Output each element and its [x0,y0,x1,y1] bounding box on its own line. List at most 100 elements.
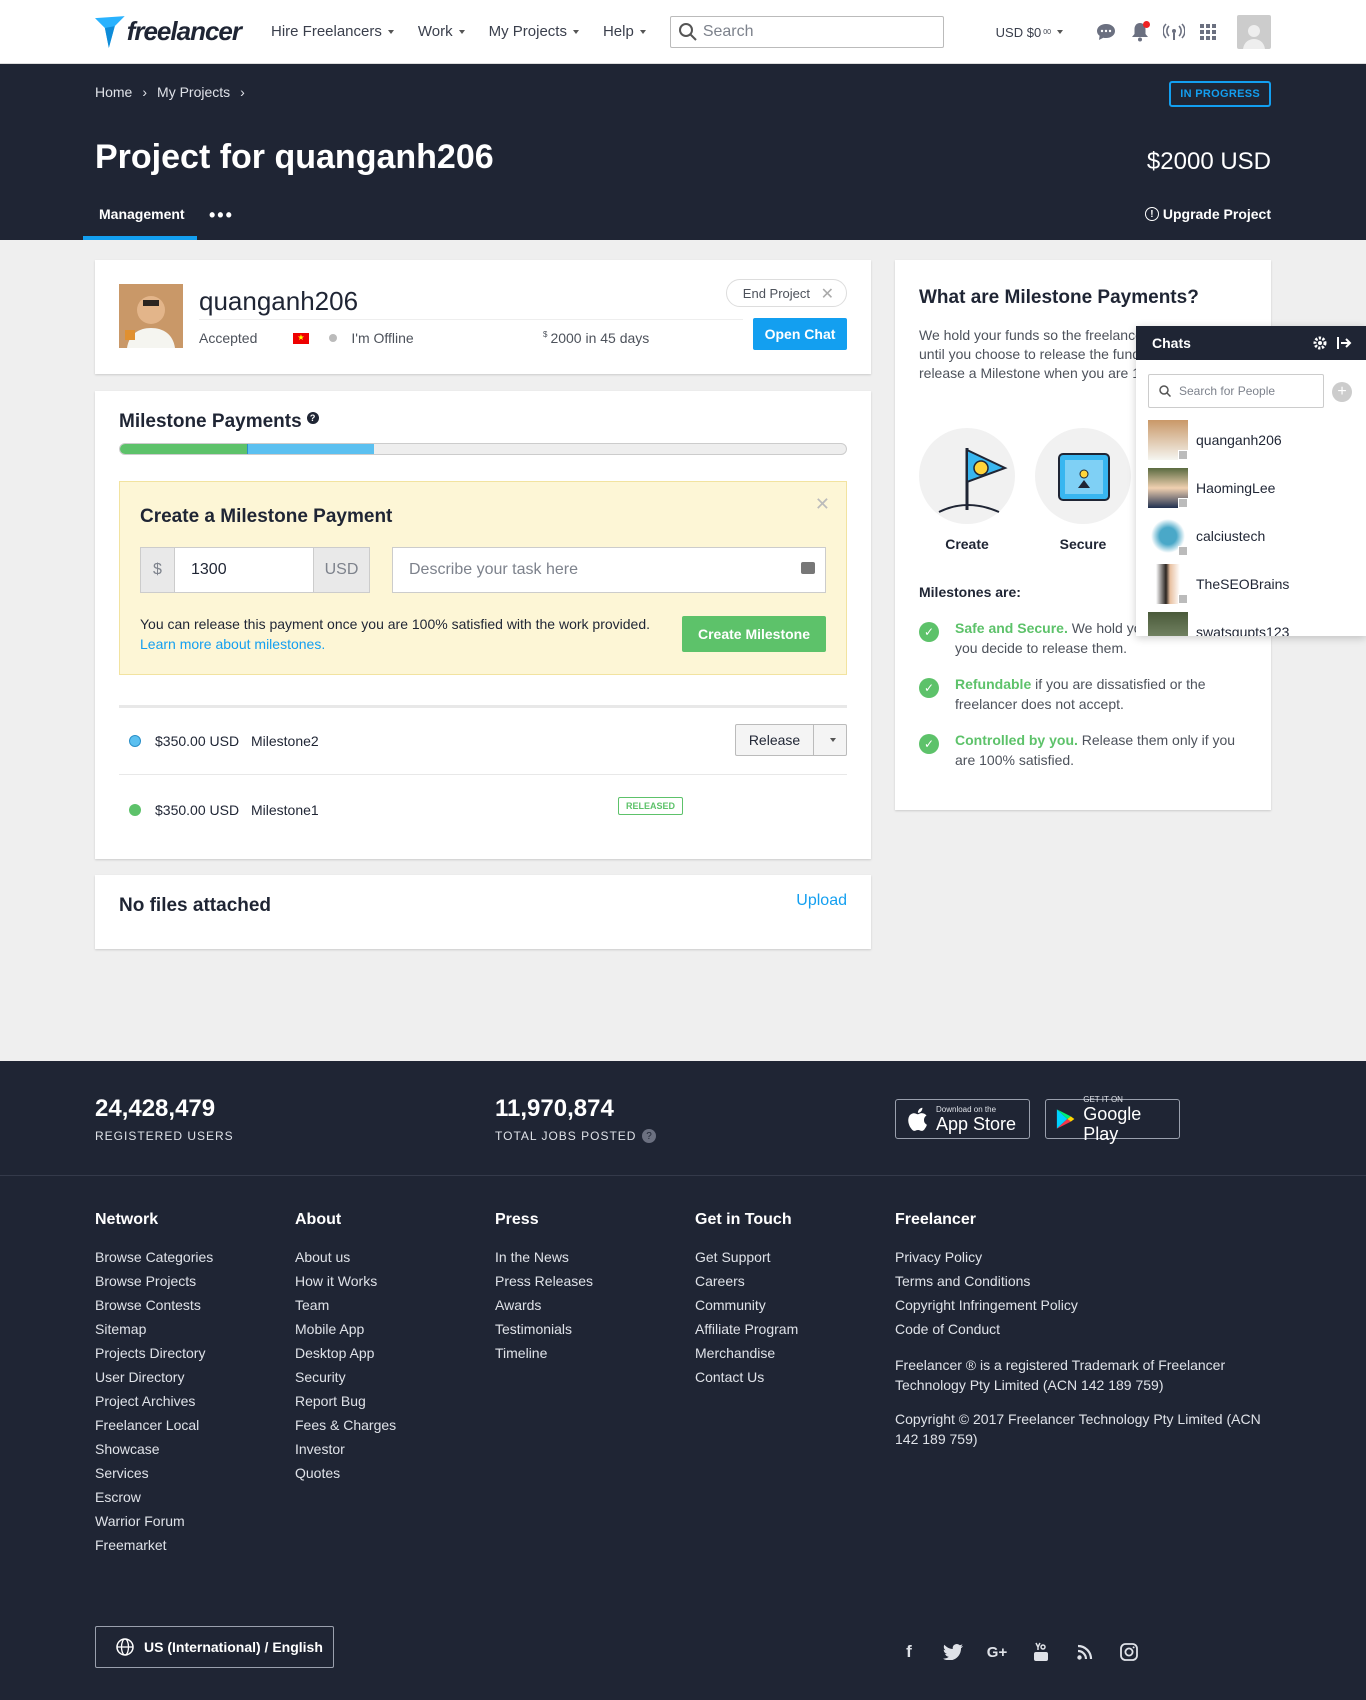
footer-link[interactable]: Fees & Charges [295,1413,396,1437]
collapse-icon[interactable] [1336,335,1352,351]
footer-link[interactable]: Quotes [295,1461,396,1485]
footer-link[interactable]: Escrow [95,1485,213,1509]
footer-link[interactable]: In the News [495,1245,593,1269]
release-button[interactable]: Release [735,724,847,756]
menu-help[interactable]: Help [603,23,646,40]
footer-link[interactable]: Browse Contests [95,1293,213,1317]
footer-link[interactable]: Warrior Forum [95,1509,213,1533]
footer-link[interactable]: Get Support [695,1245,798,1269]
rss-icon[interactable] [1074,1641,1096,1663]
chat-icon[interactable] [1095,21,1117,43]
footer-link[interactable]: Sitemap [95,1317,213,1341]
footer-column-network: Network Browse Categories Browse Projects B… [95,1211,213,1557]
footer-column-freelancer: Freelancer Privacy Policy Terms and Condi… [895,1211,1267,1449]
app-store-badge[interactable]: Download on the App Store [895,1099,1030,1139]
chat-search-input[interactable]: Search for People [1148,374,1324,408]
balance-cents: 00 [1043,28,1051,36]
add-contact-icon[interactable]: + [1332,382,1352,402]
footer-link[interactable]: Investor [295,1437,396,1461]
footer-link[interactable]: Projects Directory [95,1341,213,1365]
create-milestone-button[interactable]: Create Milestone [682,616,826,652]
footer-link[interactable]: Community [695,1293,798,1317]
facebook-icon[interactable]: f [898,1641,920,1663]
footer-link[interactable]: Privacy Policy [895,1245,1267,1269]
google-plus-icon[interactable]: G+ [986,1641,1008,1663]
footer-link[interactable]: How it Works [295,1269,396,1293]
tab-management[interactable]: Management [83,206,197,240]
end-project-button[interactable]: End Project ✕ [725,279,847,307]
help-icon[interactable]: ? [642,1129,657,1143]
amount-value[interactable]: 1300 [175,548,313,592]
footer-link[interactable]: Report Bug [295,1389,396,1413]
locale-selector[interactable]: US (International) / English [95,1626,334,1668]
footer-link[interactable]: Services [95,1461,213,1485]
footer-link[interactable]: Copyright Infringement Policy [895,1293,1267,1317]
footer-link[interactable]: Freelancer Local [95,1413,213,1437]
menu-my-projects[interactable]: My Projects [489,23,579,40]
balance-dropdown[interactable]: USD $0 00 [996,25,1063,40]
footer-link[interactable]: Browse Categories [95,1245,213,1269]
user-avatar[interactable] [1237,15,1271,49]
footer-link[interactable]: Desktop App [295,1341,396,1365]
freelancer-avatar[interactable] [119,284,183,348]
footer-link[interactable]: Project Archives [95,1389,213,1413]
open-chat-button[interactable]: Open Chat [753,318,847,350]
breadcrumb-my-projects[interactable]: My Projects [157,84,230,100]
search-input[interactable]: Search [669,15,944,48]
footer-link[interactable]: Timeline [495,1341,593,1365]
gear-icon[interactable] [1312,335,1328,351]
chat-contact[interactable]: quanganh206 [1148,420,1282,460]
task-description-input[interactable]: Describe your task here [392,547,826,593]
learn-more-link[interactable]: Learn more about milestones. [140,636,325,652]
freelancer-name[interactable]: quanganh206 [199,286,358,317]
caret-down-icon [1057,30,1063,34]
freelancer-logo[interactable]: freelancer [95,15,242,48]
footer-link[interactable]: Showcase [95,1437,213,1461]
chat-contact[interactable]: swatsgupts123 [1148,612,1289,636]
instagram-icon[interactable] [1118,1641,1140,1663]
menu-hire-freelancers[interactable]: Hire Freelancers [271,23,394,40]
files-title: No files attached [119,895,272,916]
footer-link[interactable]: Awards [495,1293,593,1317]
footer-link[interactable]: Careers [695,1269,798,1293]
help-icon[interactable]: ? [306,412,319,424]
milestone-amount-input[interactable]: $ 1300 USD [140,547,370,593]
chats-header: Chats [1136,326,1366,360]
footer-link[interactable]: Freemarket [95,1533,213,1557]
footer-link[interactable]: Browse Projects [95,1269,213,1293]
footer-link[interactable]: Testimonials [495,1317,593,1341]
upgrade-project-button[interactable]: ! Upgrade Project [1144,206,1271,222]
menu-work[interactable]: Work [418,23,465,40]
chat-contact[interactable]: TheSEOBrains [1148,564,1289,604]
chats-header-icons [1312,335,1352,351]
footer-link[interactable]: Code of Conduct [895,1317,1267,1341]
footer-link[interactable]: User Directory [95,1365,213,1389]
footer-link[interactable]: Team [295,1293,396,1317]
footer-link[interactable]: Terms and Conditions [895,1269,1267,1293]
youtube-icon[interactable] [1030,1641,1052,1663]
apps-grid-icon[interactable] [1197,21,1219,43]
footer-link[interactable]: Contact Us [695,1365,798,1389]
google-play-badge[interactable]: GET IT ON Google Play [1045,1095,1180,1144]
breadcrumb-sep: › [142,84,148,100]
twitter-icon[interactable] [942,1641,964,1663]
footer-link[interactable]: Security [295,1365,396,1389]
footer-link[interactable]: Mobile App [295,1317,396,1341]
footer-link[interactable]: About us [295,1245,396,1269]
footer-link[interactable]: Press Releases [495,1269,593,1293]
release-dropdown-toggle[interactable] [814,738,846,742]
bell-icon[interactable] [1129,21,1151,43]
upload-link[interactable]: Upload [796,892,847,910]
milestone-name: Milestone2 [251,733,319,749]
keyboard-icon [801,562,815,574]
more-tabs-button[interactable]: ••• [209,205,234,240]
chat-contact[interactable]: HaomingLee [1148,468,1275,508]
close-icon[interactable]: ✕ [815,494,830,515]
broadcast-icon[interactable] [1163,21,1185,43]
breadcrumb-home[interactable]: Home [95,84,132,100]
footer-link[interactable]: Merchandise [695,1341,798,1365]
footer-link[interactable]: Affiliate Program [695,1317,798,1341]
search-icon [678,22,697,41]
contact-name: quanganh206 [1196,432,1282,448]
chat-contact[interactable]: calciustech [1148,516,1265,556]
